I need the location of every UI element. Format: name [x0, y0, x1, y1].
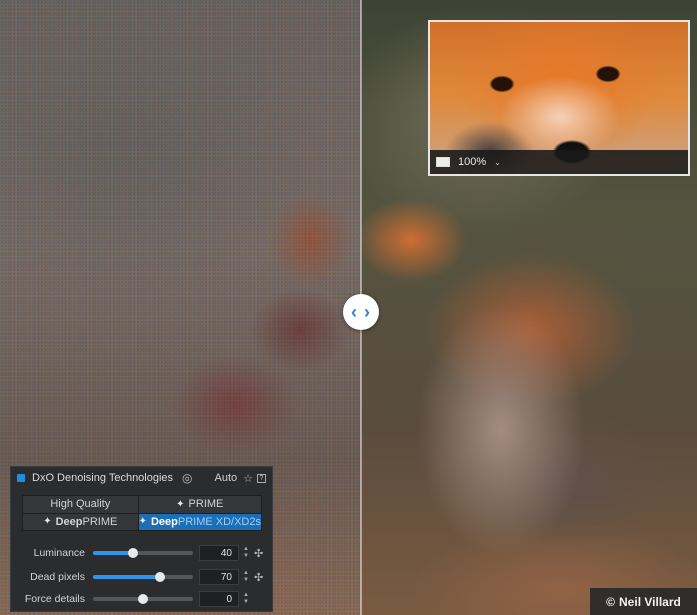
luminance-value-field[interactable]: 40 [199, 545, 239, 561]
slider-fill [93, 551, 133, 555]
mode-deepprime-button[interactable]: ✦ DeepPRIME [23, 513, 138, 530]
magic-wand-icon[interactable]: ✣ [254, 547, 263, 560]
force-details-slider-row: Force details 0 ▲ ▼ [11, 591, 272, 607]
slider-label: Force details [24, 593, 85, 605]
auto-button[interactable]: Auto [214, 472, 237, 484]
panel-enable-toggle[interactable] [17, 474, 25, 482]
mode-label-bold: Deep [55, 515, 83, 528]
frame-icon[interactable] [436, 157, 450, 167]
slider-thumb[interactable] [128, 548, 138, 558]
panel-title: DxO Denoising Technologies [32, 472, 174, 484]
luminance-slider-row: Luminance 40 ▲ ▼ ✣ [11, 545, 272, 561]
dead-pixels-slider-row: Dead pixels 70 ▲ ▼ ✣ [11, 569, 272, 585]
split-compare-handle[interactable]: ‹ › [343, 294, 379, 330]
dead-pixels-slider[interactable] [93, 572, 193, 582]
mode-label: PRIME XD/XD2s [177, 515, 261, 528]
denoise-mode-selector: High Quality ✦ PRIME ✦ DeepPRIME ✦ DeepP… [22, 495, 262, 531]
slider-thumb[interactable] [155, 572, 165, 582]
dead-pixels-stepper[interactable]: ▲ ▼ [242, 570, 250, 584]
mode-deepprime-xd-button[interactable]: ✦ DeepPRIME XD/XD2s [138, 513, 261, 530]
dead-pixels-value-field[interactable]: 70 [199, 569, 239, 585]
help-icon[interactable]: ? [257, 473, 266, 483]
loupe-preview: 100% ⌄ [428, 20, 690, 176]
chevron-down-icon[interactable]: ⌄ [494, 158, 501, 167]
mode-label-bold: Deep [150, 515, 178, 528]
denoising-panel: DxO Denoising Technologies ◎ Auto ☆ ? Hi… [10, 466, 273, 612]
luminance-slider[interactable] [93, 548, 193, 558]
photo-credit: © Neil Villard [590, 588, 697, 615]
split-compare-icon: ‹ › [351, 301, 371, 322]
slider-label: Luminance [33, 547, 85, 559]
mode-label: PRIME [82, 515, 118, 528]
sparkle-icon: ✦ [138, 516, 147, 528]
mode-label: PRIME [188, 498, 224, 511]
mode-prime-button[interactable]: ✦ PRIME [138, 496, 261, 513]
copyright-icon: © [606, 594, 616, 609]
photo-credit-name: Neil Villard [619, 594, 681, 609]
loupe-zoom-level[interactable]: 100% [458, 156, 486, 168]
force-details-stepper[interactable]: ▲ ▼ [242, 592, 250, 606]
luminance-stepper[interactable]: ▲ ▼ [242, 546, 250, 560]
slider-label: Dead pixels [30, 571, 85, 583]
sparkle-icon: ✦ [176, 498, 185, 510]
star-icon[interactable]: ☆ [243, 472, 253, 485]
slider-fill [93, 575, 160, 579]
mode-high-quality-button[interactable]: High Quality [23, 496, 138, 513]
force-details-slider[interactable] [93, 594, 193, 604]
loupe-toolbar: 100% ⌄ [430, 150, 688, 174]
hide-eye-icon[interactable]: ◎ [182, 471, 192, 485]
slider-thumb[interactable] [138, 594, 148, 604]
magic-wand-icon[interactable]: ✣ [254, 571, 263, 584]
force-details-value-field[interactable]: 0 [199, 591, 239, 607]
sparkle-icon: ✦ [43, 516, 52, 528]
mode-label: High Quality [50, 498, 111, 511]
panel-header: DxO Denoising Technologies ◎ Auto ☆ ? [11, 467, 272, 489]
